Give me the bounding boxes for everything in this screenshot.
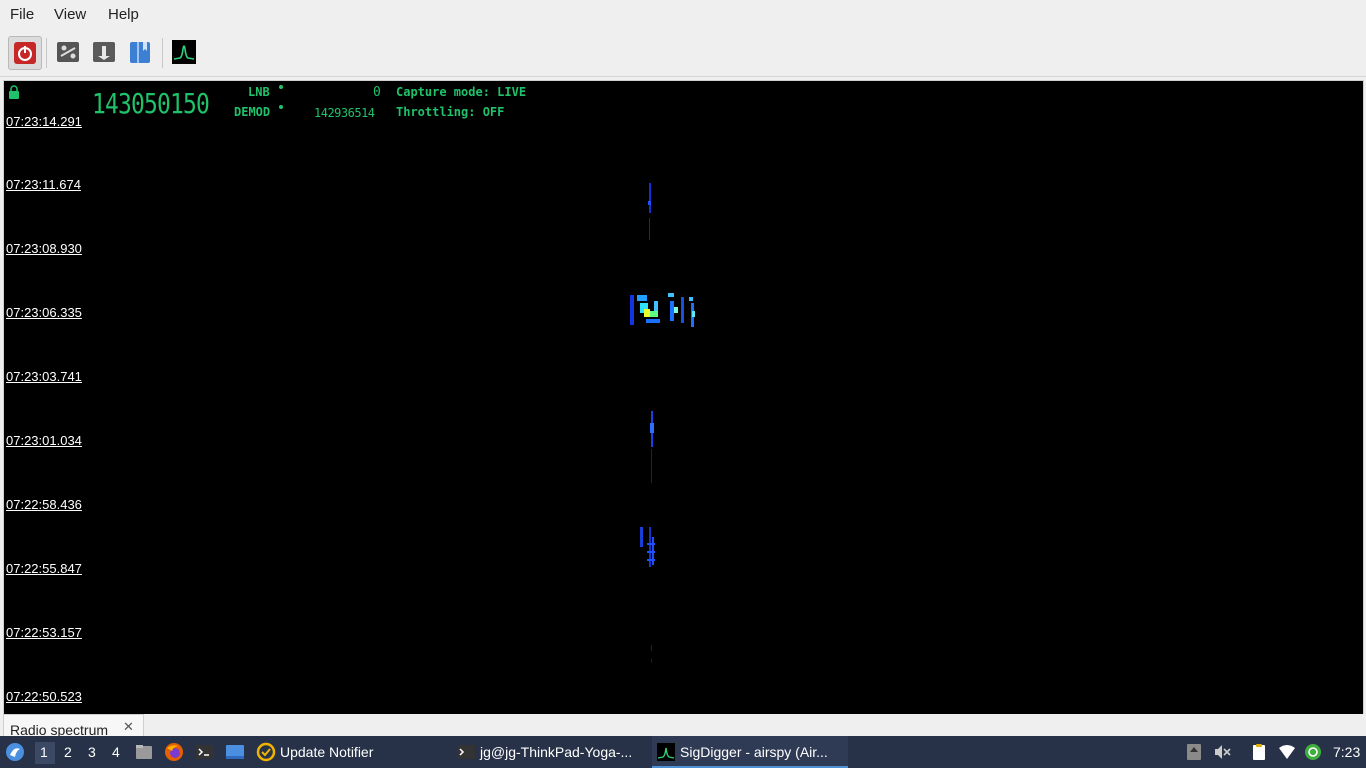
timestamp-label: 07:23:08.930 <box>6 241 82 256</box>
status-indicator-icon[interactable] <box>1304 743 1322 761</box>
timestamp-label: 07:22:55.847 <box>6 561 82 576</box>
timestamp-label: 07:23:11.674 <box>6 177 81 192</box>
show-desktop-icon[interactable] <box>225 742 245 762</box>
capture-mode-text: Capture mode: LIVE <box>396 85 527 99</box>
toolbar-separator <box>162 38 163 68</box>
task-terminal[interactable]: jg@jg-ThinkPad-Yoga-... <box>452 736 648 768</box>
record-button[interactable] <box>88 36 120 68</box>
tab-radio-spectrum[interactable]: Radio spectrum ✕ <box>3 714 144 738</box>
lnb-value[interactable]: 0 <box>373 85 381 100</box>
start-menu-icon[interactable] <box>5 742 25 762</box>
task-label: SigDigger - airspy (Air... <box>680 744 828 760</box>
workspace-4[interactable]: 4 <box>112 744 120 760</box>
main-spectrum-panel: 143050150 LNB 0 DEMOD 142936514 Capture … <box>3 80 1364 715</box>
spectrum-icon <box>657 743 675 761</box>
workspace-1[interactable]: 1 <box>40 744 48 760</box>
frequency-header: 143050150 LNB 0 DEMOD 142936514 Capture … <box>4 81 1363 123</box>
power-icon <box>14 42 36 64</box>
waterfall-signal-traces <box>630 183 695 663</box>
toolbar-separator <box>46 38 47 68</box>
lnb-lock-indicator[interactable] <box>279 85 283 89</box>
bookmark-button[interactable] <box>124 36 156 68</box>
dock-tab-bar: Radio spectrum ✕ <box>0 714 1366 738</box>
lnb-label: LNB <box>248 85 270 99</box>
timestamp-label: 07:23:01.034 <box>6 433 82 448</box>
spectrum-icon <box>172 40 196 64</box>
close-icon[interactable]: ✕ <box>123 720 134 735</box>
clock[interactable]: 7:23 <box>1333 744 1360 760</box>
menu-help[interactable]: Help <box>108 6 139 23</box>
clipboard-icon[interactable] <box>1250 743 1268 761</box>
frequency-display[interactable]: 143050150 <box>92 87 210 120</box>
task-update-notifier[interactable]: Update Notifier <box>252 736 448 768</box>
timestamp-label: 07:23:14.291 <box>6 114 82 129</box>
update-notifier-icon <box>256 742 276 762</box>
wifi-icon[interactable] <box>1278 743 1296 761</box>
menu-file[interactable]: File <box>10 6 34 23</box>
throttling-text: Throttling: OFF <box>396 105 505 119</box>
timestamp-label: 07:23:03.741 <box>6 369 82 384</box>
workspace-2[interactable]: 2 <box>64 744 72 760</box>
settings-panel-button[interactable] <box>52 36 84 68</box>
taskbar: 1 2 3 4 Update Notifier jg@jg-ThinkPad-Y… <box>0 736 1366 768</box>
muted-speaker-icon[interactable] <box>1213 743 1231 761</box>
power-button[interactable] <box>8 36 42 70</box>
timestamp-label: 07:22:53.157 <box>6 625 82 640</box>
task-sigdigger[interactable]: SigDigger - airspy (Air... <box>652 736 848 768</box>
tray-updates-icon[interactable] <box>1185 743 1203 761</box>
demod-label: DEMOD <box>234 105 271 119</box>
file-manager-icon[interactable] <box>134 742 154 762</box>
timestamp-label: 07:23:06.335 <box>6 305 82 320</box>
record-icon <box>93 42 115 62</box>
firefox-icon[interactable] <box>164 742 184 762</box>
toolbar <box>0 30 1366 77</box>
task-label: jg@jg-ThinkPad-Yoga-... <box>480 744 633 760</box>
lock-icon[interactable] <box>8 85 20 99</box>
waterfall-display[interactable]: 07:23:14.291 07:23:11.674 07:23:08.930 0… <box>4 114 1363 714</box>
bookmark-icon <box>130 42 150 63</box>
spectrum-button[interactable] <box>168 36 200 68</box>
terminal-icon <box>457 745 475 759</box>
settings-panel-icon <box>57 42 79 62</box>
demod-lock-indicator[interactable] <box>279 105 283 109</box>
menu-bar: File View Help <box>0 0 1366 30</box>
timestamp-label: 07:22:50.523 <box>6 689 82 704</box>
menu-view[interactable]: View <box>54 6 86 23</box>
workspace-3[interactable]: 3 <box>88 744 96 760</box>
terminal-icon[interactable] <box>195 742 215 762</box>
timestamp-label: 07:22:58.436 <box>6 497 82 512</box>
demod-value[interactable]: 142936514 <box>314 106 375 120</box>
task-label: Update Notifier <box>280 744 374 760</box>
